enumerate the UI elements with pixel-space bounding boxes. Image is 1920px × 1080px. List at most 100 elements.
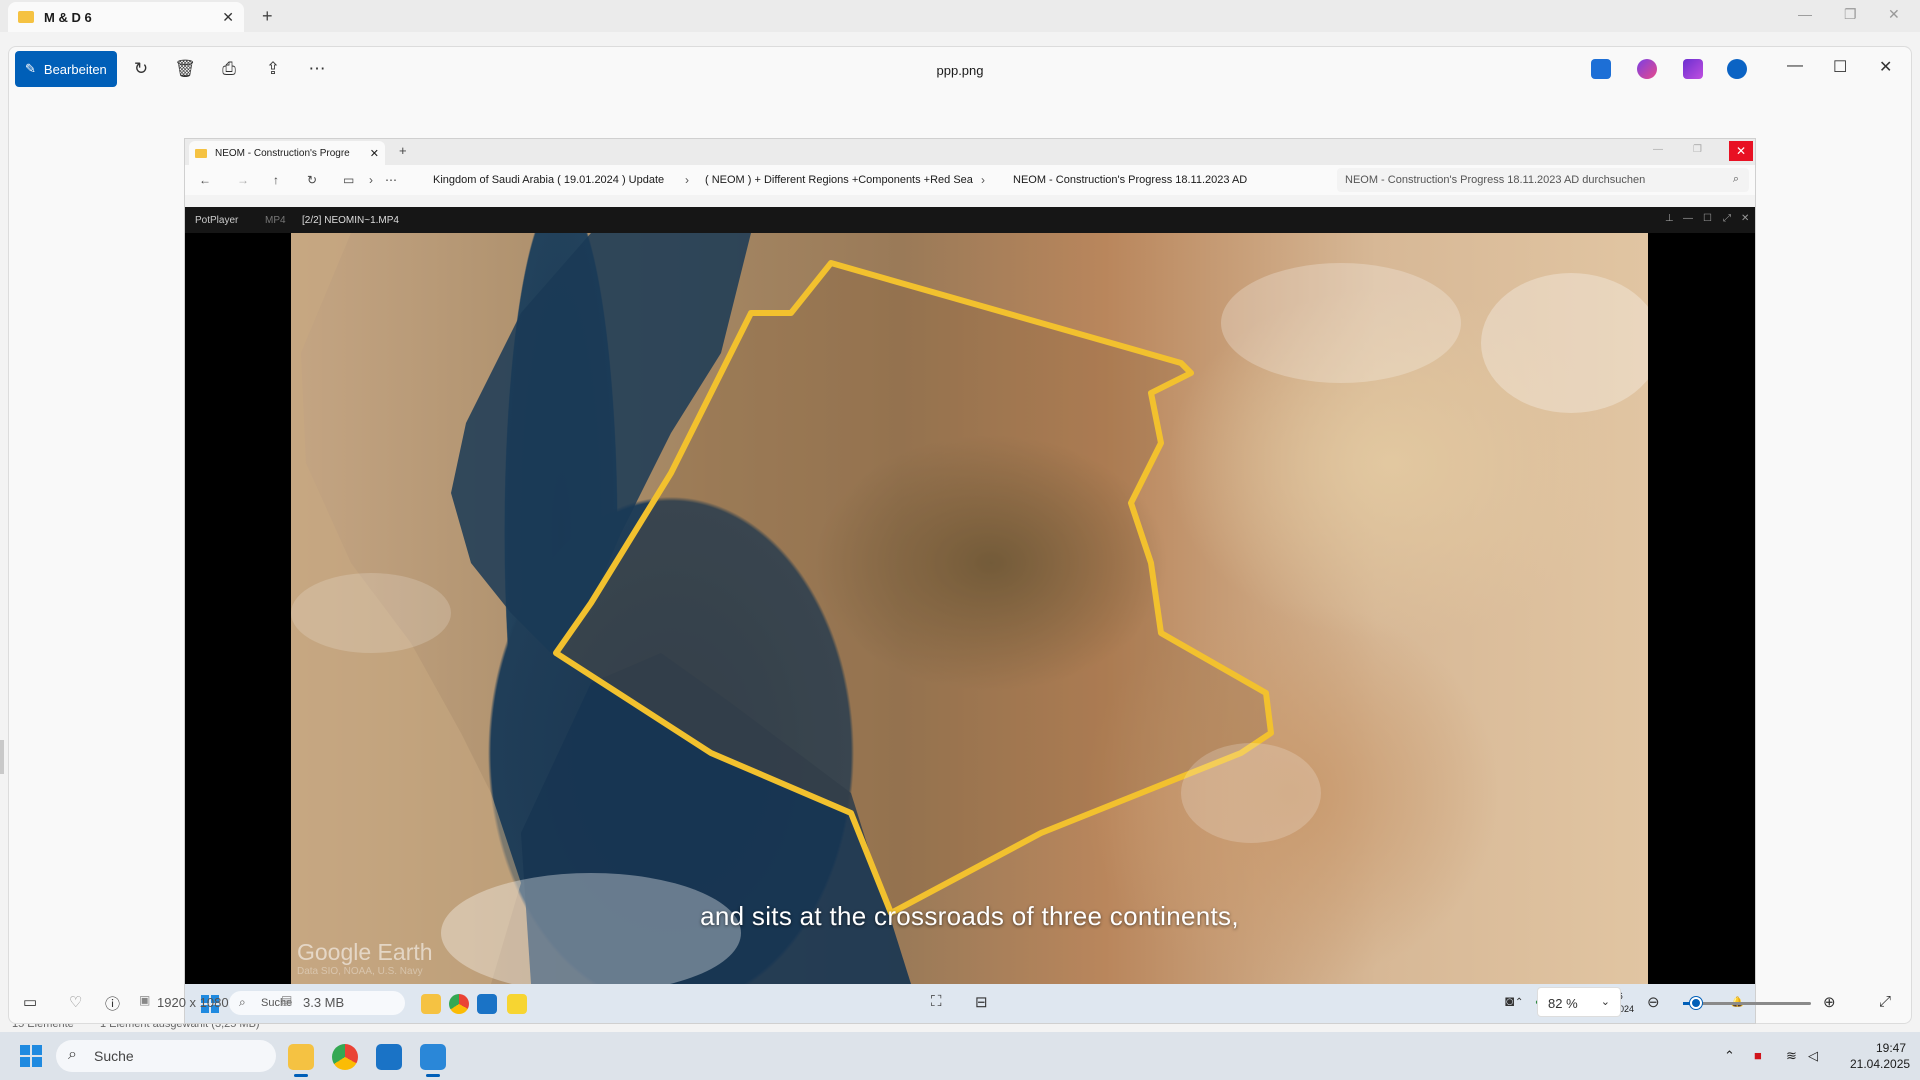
info-icon[interactable]: ⓘ: [105, 993, 120, 1014]
chevron-right-icon: ›: [685, 173, 689, 187]
zoom-in-icon[interactable]: ⊕: [1823, 993, 1836, 1011]
scrollbar[interactable]: [0, 740, 4, 774]
close-icon[interactable]: ✕: [1888, 6, 1900, 23]
photos-window: ✎ Bearbeiten ↻ 🗑 ⎙ ⇪ ⋯ ppp.png — ☐ ✕ NEO…: [8, 46, 1912, 1024]
new-tab-icon: +: [399, 143, 407, 158]
minimize-icon[interactable]: —: [1787, 57, 1803, 75]
clock[interactable]: 19:47 21.04.2025: [1850, 1040, 1911, 1072]
minimize-icon[interactable]: —: [1798, 6, 1812, 22]
inner-search-field: NEOM - Construction's Progress 18.11.202…: [1337, 168, 1749, 192]
inner-tab-label: NEOM - Construction's Progre: [215, 147, 350, 159]
text-recognition-icon[interactable]: ⊟: [975, 993, 988, 1011]
inner-address-bar: ← → ↑ ↻ ▭ › ⋯ Kingdom of Saudi Arabia ( …: [185, 165, 1755, 195]
active-indicator: [294, 1074, 308, 1077]
file-explorer-icon[interactable]: [288, 1044, 314, 1070]
date: 21.04.2025: [1850, 1057, 1911, 1071]
windows-start-icon[interactable]: [20, 1045, 42, 1067]
chrome-icon[interactable]: [332, 1044, 358, 1070]
video-subtitle: and sits at the crossroads of three cont…: [700, 901, 1239, 931]
file-size-icon: ▤: [281, 993, 293, 1007]
taskbar-search[interactable]: ⌕ Suche: [56, 1040, 276, 1072]
maximize-icon[interactable]: ☐: [1833, 57, 1847, 77]
explorer-titlebar: M & D 6 ✕ + — ❐ ✕: [0, 0, 1920, 32]
fullscreen-icon[interactable]: ⤢: [1879, 993, 1891, 1010]
favorite-icon[interactable]: ♡: [69, 993, 82, 1011]
photos-bottom-bar: ▭ ♡ ⓘ ▣ 1920 x 1080 ▤ 3.3 MB ⛶ ⊟ ◙ 82 % …: [9, 981, 1911, 1023]
new-tab-button[interactable]: +: [262, 6, 273, 27]
wifi-icon[interactable]: ≋: [1786, 1048, 1797, 1064]
data-attribution: Data SIO, NOAA, U.S. Navy: [297, 966, 423, 977]
close-tab-icon: ✕: [369, 147, 379, 160]
photos-toolbar: ✎ Bearbeiten ↻ 🗑 ⎙ ⇪ ⋯ ppp.png — ☐ ✕: [9, 47, 1911, 93]
close-icon: ✕: [1729, 141, 1753, 161]
clipchamp-icon[interactable]: [1683, 59, 1703, 79]
fullscreen-icon: ⤢: [1723, 213, 1731, 224]
restore-icon[interactable]: ❐: [1844, 6, 1857, 23]
acrobat-icon[interactable]: ■: [1754, 1048, 1762, 1063]
inner-search-placeholder: NEOM - Construction's Progress 18.11.202…: [1345, 174, 1646, 186]
copilot-icon[interactable]: [1637, 59, 1657, 79]
visual-search-icon[interactable]: ⛶: [931, 993, 942, 1010]
potplayer-format: MP4: [265, 215, 286, 226]
zoom-value: 82 %: [1548, 996, 1578, 1011]
refresh-icon: ↻: [307, 173, 318, 187]
photos-app-icon[interactable]: [420, 1044, 446, 1070]
onedrive-icon[interactable]: [1727, 59, 1747, 79]
active-indicator: [426, 1074, 440, 1077]
volume-icon[interactable]: ◁: [1808, 1048, 1818, 1064]
inner-explorer-tab: NEOM - Construction's Progre ✕: [189, 141, 385, 165]
inner-explorer-titlebar: NEOM - Construction's Progre ✕ + — ❐ ✕: [185, 139, 1755, 165]
up-icon: ↑: [273, 173, 279, 187]
potplayer-titlebar: PotPlayer MP4 [2/2] NEOMIN~1.MP4 ⊥ — ☐ ⤢…: [185, 207, 1755, 233]
pin-icon: ⊥: [1665, 213, 1674, 224]
breadcrumb-item: ( NEOM ) + Different Regions +Components…: [705, 174, 973, 186]
taskbar-search-label: Suche: [94, 1048, 134, 1064]
zoom-out-icon[interactable]: ⊖: [1647, 993, 1660, 1011]
maximize-icon: ☐: [1703, 213, 1712, 224]
taskbar: ⌕ Suche ⌃ ■ ≋ ◁ 19:47 21.04.2025: [0, 1032, 1920, 1080]
file-size: 3.3 MB: [303, 995, 345, 1010]
potplayer-window: PotPlayer MP4 [2/2] NEOMIN~1.MP4 ⊥ — ☐ ⤢…: [185, 207, 1755, 984]
cloud: [1221, 263, 1461, 383]
chevron-down-icon: ⌄: [1600, 996, 1610, 1008]
filmstrip-icon[interactable]: ▭: [23, 993, 37, 1011]
explorer-tab-label: M & D 6: [44, 9, 92, 25]
zoom-slider-knob[interactable]: [1689, 997, 1702, 1009]
chevron-right-icon: ›: [981, 173, 985, 187]
google-earth-watermark: Google Earth: [297, 939, 433, 965]
close-icon[interactable]: ✕: [1879, 57, 1892, 77]
folder-icon: [18, 11, 34, 23]
cloud: [291, 573, 451, 653]
more-icon: ⋯: [385, 173, 397, 187]
store-icon[interactable]: [376, 1044, 402, 1070]
cloud: [1181, 743, 1321, 843]
close-icon: ✕: [1741, 213, 1750, 224]
forward-icon: →: [237, 173, 249, 187]
displayed-image: NEOM - Construction's Progre ✕ + — ❐ ✕ ←…: [185, 139, 1755, 1023]
time: 19:47: [1875, 1041, 1906, 1055]
image-dimensions: 1920 x 1080: [157, 995, 229, 1010]
breadcrumb-item: Kingdom of Saudi Arabia ( 19.01.2024 ) U…: [433, 174, 665, 186]
zoom-slider[interactable]: [1683, 997, 1811, 1009]
close-tab-icon[interactable]: ✕: [222, 9, 234, 26]
designer-app-icon[interactable]: [1591, 59, 1611, 79]
file-name: ppp.png: [936, 63, 984, 78]
potplayer-file: [2/2] NEOMIN~1.MP4: [302, 215, 399, 226]
minimize-icon: —: [1653, 144, 1663, 155]
search-icon: ⌕: [1732, 173, 1739, 185]
neom-region-map: [291, 233, 1648, 984]
chevron-right-icon: ›: [369, 173, 373, 187]
explorer-tab[interactable]: M & D 6 ✕: [8, 2, 244, 32]
dimensions-icon: ▣: [139, 993, 151, 1007]
zoom-dropdown[interactable]: 82 % ⌄: [1537, 987, 1621, 1017]
cloud: [1481, 273, 1648, 413]
video-frame: and sits at the crossroads of three cont…: [291, 233, 1648, 984]
minimize-icon: —: [1683, 213, 1693, 224]
tray-chevron-icon[interactable]: ⌃: [1724, 1048, 1735, 1064]
screenshot-icon[interactable]: ◙: [1505, 993, 1514, 1010]
folder-icon: [195, 148, 207, 158]
potplayer-brand: PotPlayer: [195, 215, 239, 226]
search-icon: ⌕: [68, 1046, 77, 1063]
computer-icon: ▭: [343, 173, 355, 187]
back-icon: ←: [199, 173, 211, 187]
